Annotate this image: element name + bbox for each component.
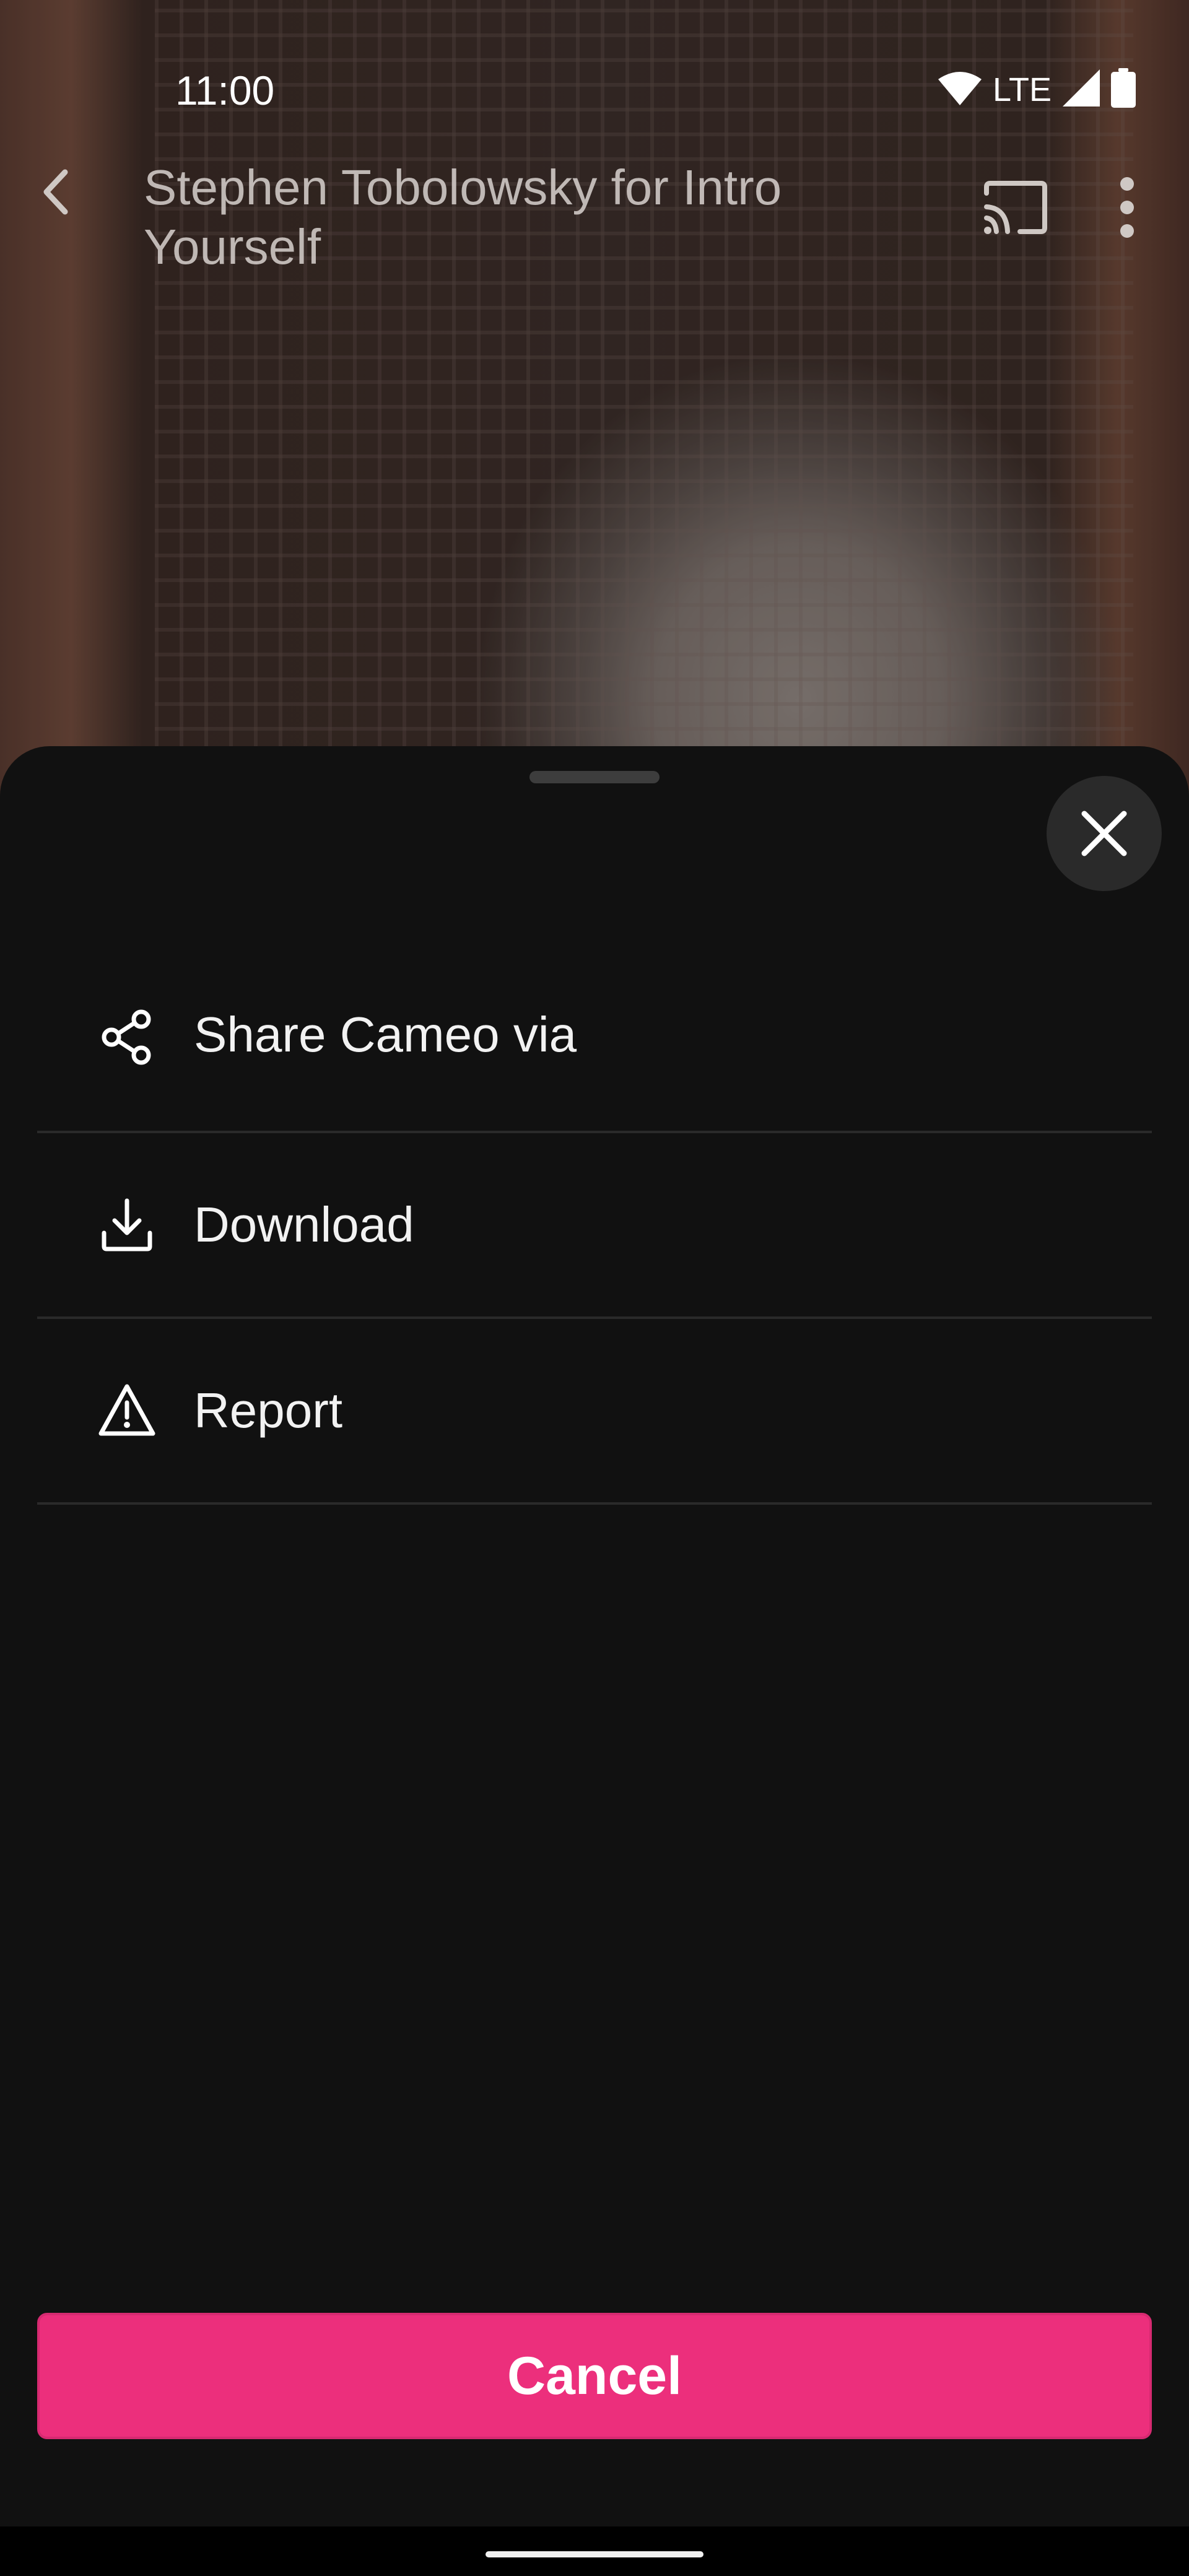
menu-item-label: Download <box>194 1197 414 1252</box>
back-button[interactable] <box>31 161 81 223</box>
download-icon <box>96 1194 158 1256</box>
warning-icon <box>96 1380 158 1442</box>
video-player[interactable] <box>0 0 1189 805</box>
options-bottom-sheet: Share Cameo via Download Report Cancel <box>0 746 1189 2526</box>
close-button[interactable] <box>1047 776 1162 891</box>
menu-item-label: Report <box>194 1383 343 1438</box>
video-title: Stephen Tobolowsky for Intro Yourself <box>144 160 782 274</box>
home-indicator[interactable] <box>486 2551 703 2557</box>
cast-icon <box>984 181 1047 234</box>
status-icons: LTE <box>938 68 1136 111</box>
menu-item-share[interactable]: Share Cameo via <box>37 978 1152 1133</box>
more-vert-icon <box>1120 177 1134 238</box>
share-icon <box>96 1006 158 1068</box>
menu-item-report[interactable]: Report <box>37 1319 1152 1505</box>
status-bar: 11:00 LTE <box>0 0 1189 113</box>
wifi-icon <box>938 71 982 108</box>
status-time: 11:00 <box>175 67 275 113</box>
back-arrow-icon <box>43 169 68 215</box>
cancel-button[interactable]: Cancel <box>37 2313 1152 2439</box>
drag-handle[interactable] <box>529 771 660 783</box>
menu-item-download[interactable]: Download <box>37 1133 1152 1319</box>
battery-icon <box>1111 68 1136 111</box>
more-options-button[interactable] <box>1105 167 1149 248</box>
options-menu: Share Cameo via Download Report <box>37 978 1152 1505</box>
cast-button[interactable] <box>978 173 1053 242</box>
cell-signal-icon <box>1063 69 1100 110</box>
network-type-label: LTE <box>992 71 1052 108</box>
close-icon <box>1081 811 1127 856</box>
video-dim-overlay <box>0 0 1189 805</box>
menu-item-label: Share Cameo via <box>194 1007 577 1062</box>
system-nav-bar <box>0 2526 1189 2576</box>
